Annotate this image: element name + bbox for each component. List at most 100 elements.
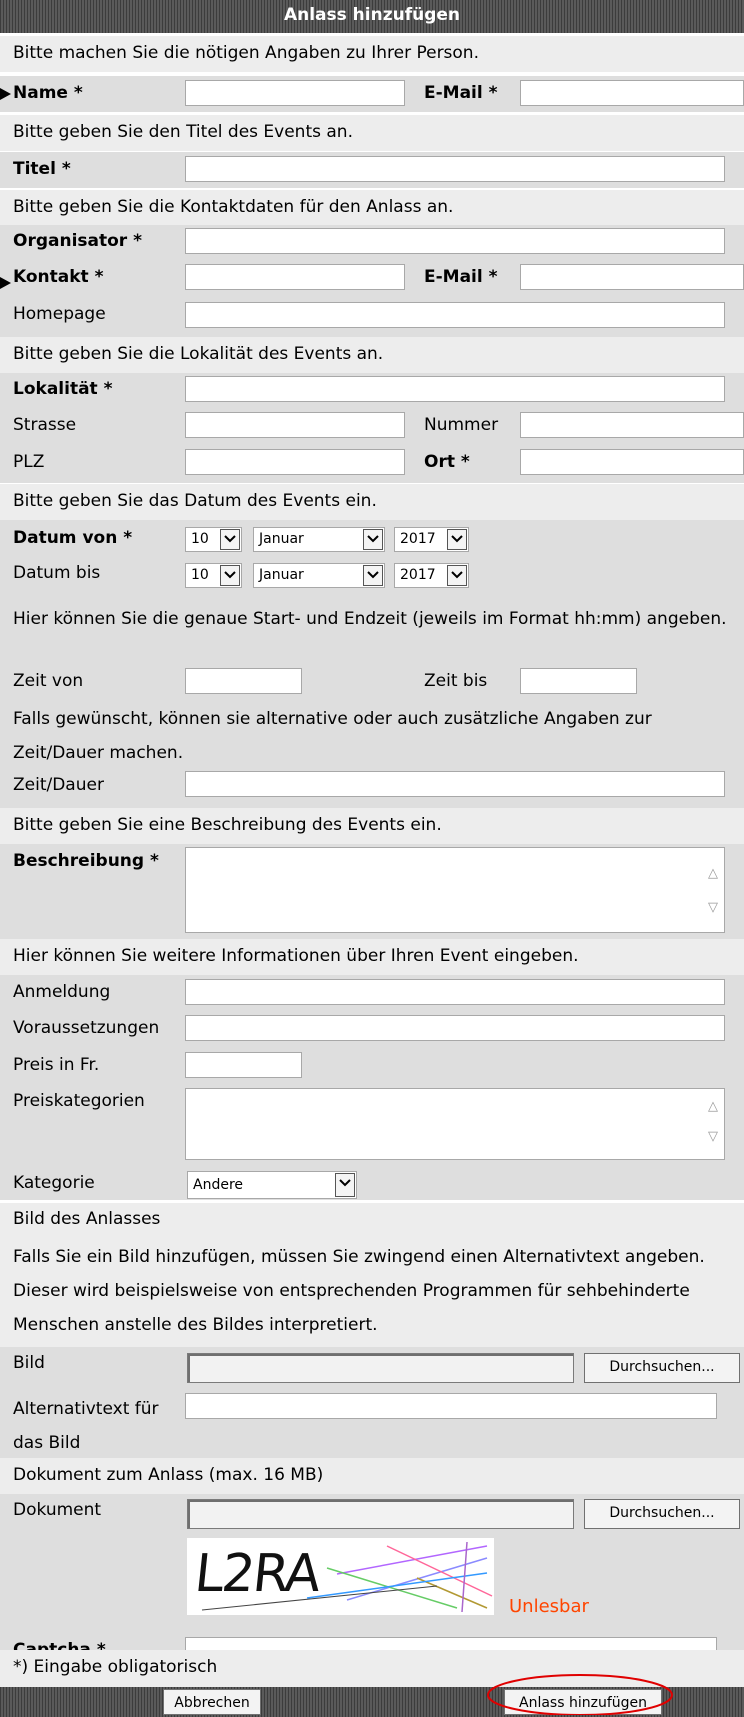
zeit-bis-input[interactable] — [520, 668, 637, 694]
chevron-down-icon — [220, 565, 240, 586]
datum-von-day-select[interactable]: 10 — [185, 527, 242, 552]
form-title: Anlass hinzufügen — [283, 5, 461, 25]
datum-bis-month-value: Januar — [259, 567, 304, 583]
chevron-down-icon — [447, 529, 467, 550]
dokument-file-input[interactable] — [187, 1499, 574, 1529]
cancel-button[interactable]: Abbrechen — [163, 1689, 261, 1715]
datum-von-label: Datum von * — [13, 528, 133, 548]
kontakt-label: Kontakt * — [13, 267, 104, 287]
kategorie-value: Andere — [193, 1177, 244, 1193]
datum-von-month-value: Januar — [259, 531, 304, 547]
zeit-von-input[interactable] — [185, 668, 302, 694]
homepage-label: Homepage — [13, 304, 106, 324]
zeit-bis-label: Zeit bis — [424, 671, 488, 691]
required-note: *) Eingabe obligatorisch — [13, 1657, 218, 1677]
bild-browse-button[interactable]: Durchsuchen... — [584, 1353, 740, 1383]
preiskategorien-label: Preiskategorien — [13, 1091, 145, 1111]
scroll-down-icon[interactable]: ▽ — [708, 900, 718, 915]
description-row: Beschreibung * △ ▽ — [0, 844, 744, 939]
zeit-dauer-input[interactable] — [185, 771, 725, 797]
image-intro-row: Falls Sie ein Bild hinzufügen, müssen Si… — [0, 1237, 744, 1347]
datum-bis-year-select[interactable]: 2017 — [394, 563, 469, 588]
name-input[interactable] — [185, 80, 405, 106]
footer-button-bar: Abbrechen Anlass hinzufügen — [0, 1674, 744, 1717]
datum-bis-label: Datum bis — [13, 563, 101, 583]
more-block: Anmeldung Voraussetzungen Preis in Fr. P… — [0, 975, 744, 1200]
document-heading-row: Dokument zum Anlass (max. 16 MB) — [0, 1458, 744, 1494]
scroll-down-icon[interactable]: ▽ — [708, 1129, 718, 1144]
chevron-down-icon — [220, 529, 240, 550]
alt-text-input[interactable] — [185, 1393, 717, 1419]
chevron-down-icon — [363, 529, 383, 550]
highlight-circle — [487, 1674, 673, 1715]
datum-von-year-select[interactable]: 2017 — [394, 527, 469, 552]
pointer-arrow-icon — [0, 88, 11, 100]
bild-label: Bild — [13, 1353, 45, 1373]
ort-input[interactable] — [520, 449, 744, 475]
contact-intro: Bitte geben Sie die Kontaktdaten für den… — [13, 197, 454, 217]
time-intro: Hier können Sie die genaue Start- und En… — [13, 609, 727, 629]
kontakt-input[interactable] — [185, 264, 405, 290]
datum-von-month-select[interactable]: Januar — [253, 527, 385, 552]
contact-intro-row: Bitte geben Sie die Kontaktdaten für den… — [0, 190, 744, 225]
plz-input[interactable] — [185, 449, 405, 475]
preiskategorien-textarea[interactable]: △ ▽ — [185, 1088, 725, 1160]
titel-row: Titel * — [0, 152, 744, 188]
ort-label: Ort * — [424, 452, 470, 472]
datum-von-year-value: 2017 — [400, 531, 436, 547]
chevron-down-icon — [363, 565, 383, 586]
duration-intro: Falls gewünscht, können sie alternative … — [13, 709, 652, 763]
titel-input[interactable] — [185, 156, 725, 182]
date-intro: Bitte geben Sie das Datum des Events ein… — [13, 491, 377, 511]
contact-block: Organisator * Kontakt * E-Mail * Homepag… — [0, 225, 744, 337]
captcha-unreadable-link[interactable]: Unlesbar — [509, 1596, 589, 1618]
more-intro-row: Hier können Sie weitere Informationen üb… — [0, 939, 744, 975]
add-event-form: Anlass hinzufügen Bitte machen Sie die n… — [0, 0, 744, 1717]
voraussetzungen-input[interactable] — [185, 1015, 725, 1041]
datum-bis-month-select[interactable]: Januar — [253, 563, 385, 588]
name-label: Name * — [13, 83, 83, 103]
dokument-label: Dokument — [13, 1500, 102, 1520]
lokalitaet-input[interactable] — [185, 376, 725, 402]
image-block: Bild Durchsuchen... Alternativtext für d… — [0, 1347, 744, 1474]
location-intro: Bitte geben Sie die Lokalität des Events… — [13, 344, 384, 364]
contact-email-input[interactable] — [520, 264, 744, 290]
scroll-up-icon[interactable]: △ — [708, 866, 718, 881]
organisator-input[interactable] — [185, 228, 725, 254]
scroll-up-icon[interactable]: △ — [708, 1099, 718, 1114]
bild-file-input[interactable] — [187, 1353, 574, 1383]
anmeldung-input[interactable] — [185, 979, 725, 1005]
more-intro: Hier können Sie weitere Informationen üb… — [13, 946, 579, 966]
image-heading-row: Bild des Anlasses — [0, 1203, 744, 1237]
titel-label: Titel * — [13, 159, 71, 179]
beschreibung-textarea[interactable]: △ ▽ — [185, 847, 725, 933]
strasse-label: Strasse — [13, 415, 77, 435]
date-time-block: Datum von * 10 Januar 2017 Datum bis 10 … — [0, 520, 744, 825]
anmeldung-label: Anmeldung — [13, 982, 111, 1002]
nummer-input[interactable] — [520, 412, 744, 438]
image-intro: Falls Sie ein Bild hinzufügen, müssen Si… — [13, 1247, 705, 1335]
preis-input[interactable] — [185, 1052, 302, 1078]
captcha-image: L2RA — [187, 1538, 494, 1615]
description-intro: Bitte geben Sie eine Beschreibung des Ev… — [13, 815, 442, 835]
homepage-input[interactable] — [185, 302, 725, 328]
title-intro-row: Bitte geben Sie den Titel des Events an. — [0, 115, 744, 151]
kategorie-select[interactable]: Andere — [187, 1171, 357, 1199]
name-row: Name * E-Mail * — [0, 76, 744, 112]
dokument-browse-button[interactable]: Durchsuchen... — [584, 1499, 740, 1529]
person-email-label: E-Mail * — [424, 83, 498, 103]
organisator-label: Organisator * — [13, 231, 142, 251]
contact-email-label: E-Mail * — [424, 267, 498, 287]
description-intro-row: Bitte geben Sie eine Beschreibung des Ev… — [0, 808, 744, 844]
plz-label: PLZ — [13, 452, 45, 472]
datum-von-day-value: 10 — [191, 531, 209, 547]
form-header: Anlass hinzufügen — [0, 0, 744, 33]
title-intro: Bitte geben Sie den Titel des Events an. — [13, 122, 353, 142]
chevron-down-icon — [447, 565, 467, 586]
chevron-down-icon — [335, 1173, 355, 1197]
datum-bis-day-select[interactable]: 10 — [185, 563, 242, 588]
strasse-input[interactable] — [185, 412, 405, 438]
datum-bis-year-value: 2017 — [400, 567, 436, 583]
preis-label: Preis in Fr. — [13, 1055, 100, 1075]
person-email-input[interactable] — [520, 80, 744, 106]
